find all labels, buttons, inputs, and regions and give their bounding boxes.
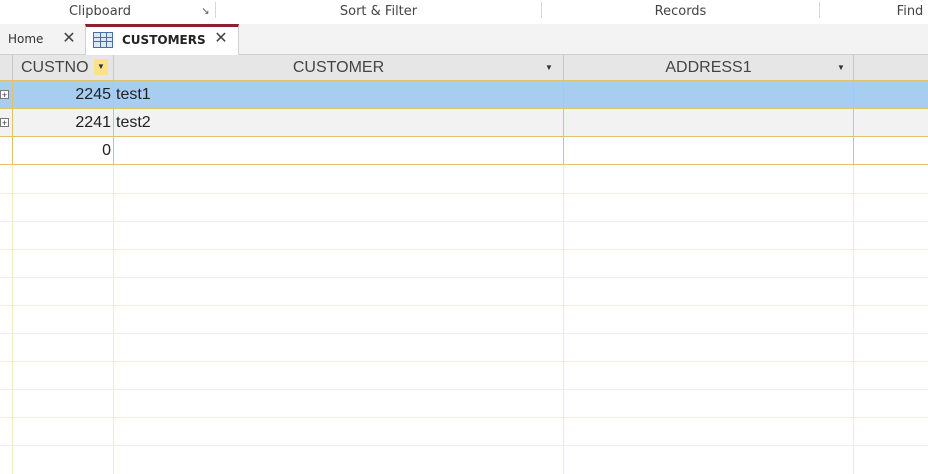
tab-customers[interactable]: CUSTOMERS ✕ (85, 24, 239, 55)
cell-address1[interactable] (564, 109, 854, 137)
cell-custno[interactable]: 2245 (13, 81, 114, 109)
record-selector[interactable] (0, 137, 13, 165)
tab-customers-label: CUSTOMERS (122, 33, 206, 47)
datasheet-grid: CUSTNO ▼ CUSTOMER ▼ ADDRESS1 ▼ + 2245 te… (0, 55, 928, 474)
ribbon-group-bar: Clipboard ↘ Sort & Filter Records Find (0, 0, 928, 25)
cell-next-column[interactable] (854, 109, 928, 137)
close-icon[interactable]: ✕ (214, 30, 228, 46)
grid-line (12, 165, 13, 474)
close-icon[interactable]: ✕ (62, 30, 76, 46)
column-header-next[interactable] (854, 55, 928, 81)
grid-line (0, 249, 928, 250)
column-header-custno[interactable]: CUSTNO ▼ (13, 55, 114, 81)
sort-dropdown-icon[interactable]: ▼ (94, 59, 108, 75)
tab-home[interactable]: Home ✕ (0, 24, 84, 54)
cell-address1[interactable] (564, 81, 854, 109)
cell-customer[interactable]: test1 (114, 81, 564, 109)
column-header-customer[interactable]: CUSTOMER ▼ (114, 55, 564, 81)
cell-customer[interactable] (114, 137, 564, 165)
record-selector[interactable]: + (0, 109, 13, 137)
grid-line (0, 305, 928, 306)
table-icon (93, 32, 113, 48)
grid-line (0, 221, 928, 222)
grid-line (0, 277, 928, 278)
grid-line (0, 333, 928, 334)
expand-icon[interactable]: + (0, 118, 9, 128)
cell-next-column[interactable] (854, 81, 928, 109)
grid-line (853, 165, 854, 474)
dialog-launcher-icon[interactable]: ↘ (200, 6, 211, 17)
grid-line (563, 165, 564, 474)
grid-line (0, 361, 928, 362)
cell-next-column[interactable] (854, 137, 928, 165)
cell-custno[interactable]: 2241 (13, 109, 114, 137)
column-header-address1[interactable]: ADDRESS1 ▼ (564, 55, 854, 81)
filter-dropdown-icon[interactable]: ▼ (836, 63, 846, 73)
ribbon-group-sort-filter: Sort & Filter (339, 4, 418, 19)
document-tab-strip: Home ✕ CUSTOMERS ✕ (0, 24, 928, 55)
record-selector-header[interactable] (0, 55, 13, 81)
column-header-label: CUSTOMER (292, 59, 385, 76)
grid-line (0, 389, 928, 390)
ribbon-group-find: Find (896, 4, 924, 19)
record-selector[interactable]: + (0, 81, 13, 109)
column-header-label: ADDRESS1 (665, 59, 752, 76)
cell-customer[interactable]: test2 (114, 109, 564, 137)
filter-dropdown-icon[interactable]: ▼ (544, 63, 554, 73)
expand-icon[interactable]: + (0, 90, 9, 100)
grid-line (0, 193, 928, 194)
tab-home-label: Home (8, 32, 44, 46)
grid-line (0, 445, 928, 446)
cell-custno[interactable]: 0 (13, 137, 114, 165)
ribbon-group-clipboard: Clipboard (68, 4, 132, 19)
grid-line (0, 417, 928, 418)
cell-address1[interactable] (564, 137, 854, 165)
ribbon-group-records: Records (654, 4, 707, 19)
grid-line (113, 165, 114, 474)
